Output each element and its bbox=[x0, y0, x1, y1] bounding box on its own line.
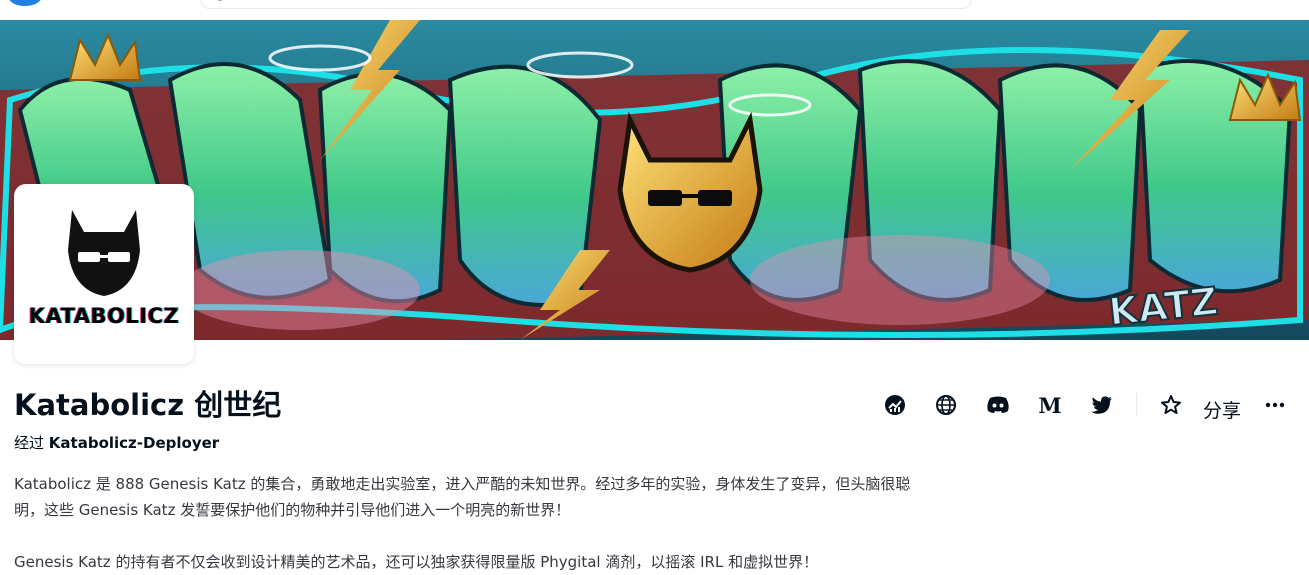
collection-avatar: KATABOLICZ bbox=[14, 184, 194, 364]
more-icon bbox=[1265, 402, 1285, 408]
globe-icon bbox=[936, 395, 956, 415]
actions-divider bbox=[1136, 393, 1137, 417]
graffiti-banner-art: KATZ bbox=[0, 20, 1309, 340]
search-icon bbox=[217, 0, 223, 1]
medium-icon: M bbox=[1038, 392, 1062, 418]
favorite-button[interactable] bbox=[1154, 388, 1188, 422]
twitter-button[interactable] bbox=[1085, 388, 1119, 422]
medium-button[interactable]: M bbox=[1033, 388, 1067, 422]
cat-logo-icon bbox=[68, 210, 140, 296]
twitter-icon bbox=[1091, 396, 1112, 414]
star-icon bbox=[1161, 395, 1181, 414]
top-navigation bbox=[0, 0, 1309, 20]
collection-description: Katabolicz 是 888 Genesis Katz 的集合，勇敢地走出实… bbox=[14, 471, 914, 575]
creator-byline: 经过 Katabolicz-Deployer bbox=[14, 432, 219, 453]
discord-button[interactable] bbox=[981, 388, 1015, 422]
avatar-wordmark: KATABOLICZ bbox=[28, 304, 180, 328]
search-input[interactable] bbox=[200, 0, 972, 9]
more-options-button[interactable] bbox=[1258, 388, 1292, 422]
website-button[interactable] bbox=[929, 388, 963, 422]
discord-icon bbox=[987, 396, 1009, 413]
collection-title: Katabolicz 创世纪 bbox=[14, 388, 282, 422]
activity-icon bbox=[885, 395, 905, 415]
opensea-logo[interactable] bbox=[8, 0, 42, 6]
collection-banner: KATZ bbox=[0, 20, 1309, 340]
description-paragraph: Katabolicz 是 888 Genesis Katz 的集合，勇敢地走出实… bbox=[14, 475, 911, 519]
byline-prefix: 经过 bbox=[14, 434, 45, 452]
share-button[interactable]: 分享 bbox=[1203, 396, 1241, 423]
description-paragraph: Genesis Katz 的持有者不仅会收到设计精美的艺术品，还可以独家获得限量… bbox=[14, 553, 819, 571]
creator-link[interactable]: Katabolicz-Deployer bbox=[49, 434, 219, 452]
activity-button[interactable] bbox=[878, 388, 912, 422]
